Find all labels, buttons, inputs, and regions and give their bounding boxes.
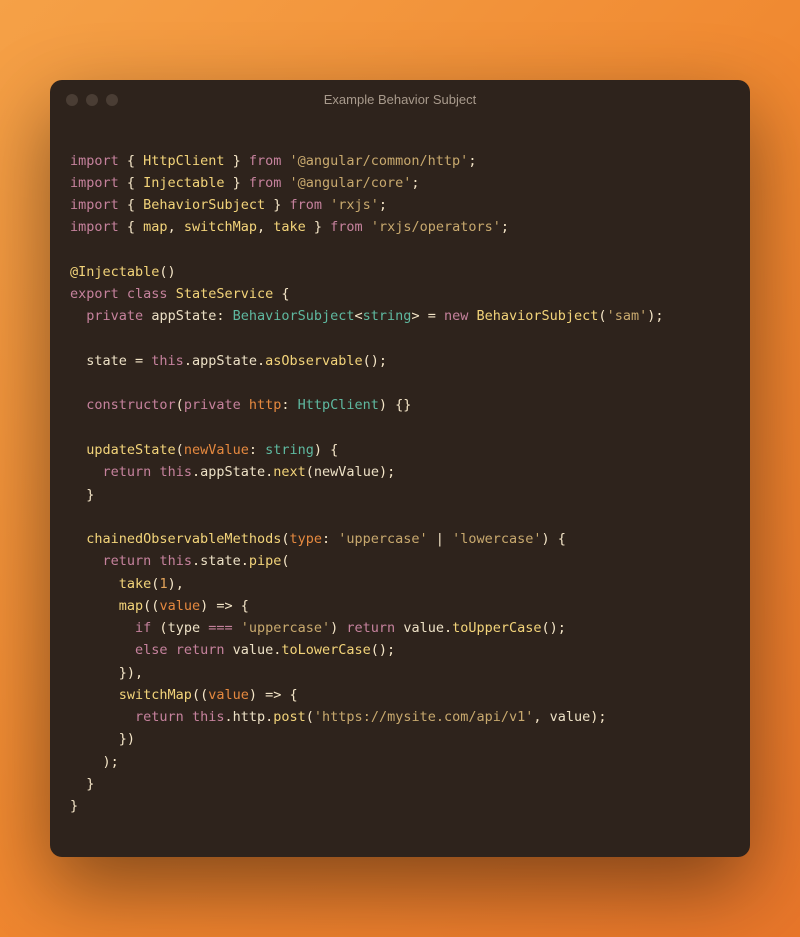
code-editor[interactable]: import { HttpClient } from '@angular/com…	[50, 120, 750, 858]
window-title: Example Behavior Subject	[50, 92, 750, 107]
maximize-icon[interactable]	[106, 94, 118, 106]
close-icon[interactable]	[66, 94, 78, 106]
minimize-icon[interactable]	[86, 94, 98, 106]
code-window: Example Behavior Subject import { HttpCl…	[50, 80, 750, 858]
traffic-lights	[66, 94, 118, 106]
code-content: import { HttpClient } from '@angular/com…	[70, 150, 730, 818]
titlebar: Example Behavior Subject	[50, 80, 750, 120]
